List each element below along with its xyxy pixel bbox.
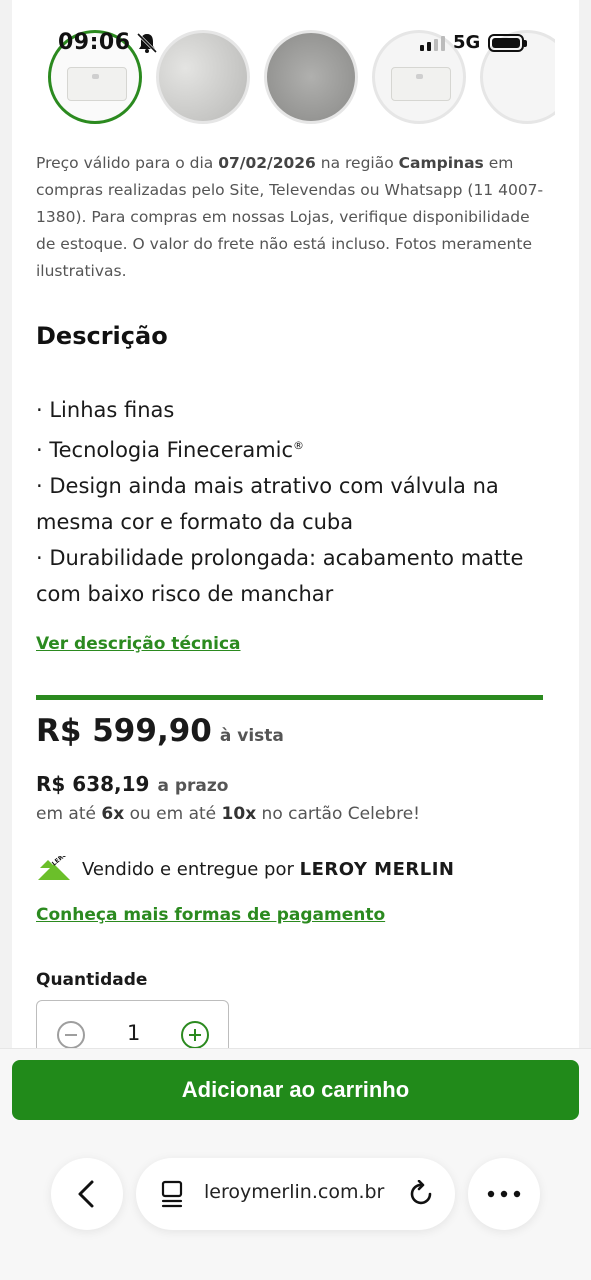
add-to-cart-button[interactable]: Adicionar ao carrinho bbox=[12, 1060, 579, 1120]
chevron-left-icon bbox=[78, 1180, 94, 1208]
cash-price-label: à vista bbox=[219, 726, 284, 746]
term-price-value: R$ 638,19 bbox=[36, 772, 150, 796]
network-type: 5G bbox=[453, 32, 481, 53]
quantity-label: Quantidade bbox=[36, 970, 148, 990]
signal-icon bbox=[420, 35, 445, 51]
payment-options-link[interactable]: Conheça mais formas de pagamento bbox=[36, 905, 385, 925]
page-menu-icon bbox=[161, 1180, 183, 1208]
sink-image bbox=[67, 67, 127, 101]
quantity-value[interactable]: 1 bbox=[127, 1021, 140, 1045]
browser-toolbar: leroymerlin.com.br bbox=[0, 1150, 591, 1240]
description-title: Descrição bbox=[36, 322, 168, 350]
term-price-label: a prazo bbox=[157, 776, 229, 796]
list-item: · Linhas finas bbox=[36, 398, 175, 422]
status-indicators: 5G bbox=[420, 32, 528, 53]
battery-icon bbox=[488, 33, 528, 52]
tech-description-link[interactable]: Ver descrição técnica bbox=[36, 634, 241, 654]
seller-text: Vendido e entregue por LEROY MERLIN bbox=[82, 858, 455, 880]
cash-price-value: R$ 599,90 bbox=[36, 713, 212, 749]
minus-icon[interactable] bbox=[57, 1021, 85, 1049]
price-divider bbox=[36, 695, 543, 700]
seller-info: LEROY MERLIN Vendido e entregue por LERO… bbox=[36, 856, 454, 882]
list-item: · Durabilidade prolongada: acabamento ma… bbox=[36, 546, 524, 606]
description-list: · Linhas finas · Tecnologia Fineceramic®… bbox=[36, 392, 536, 612]
thumbnail-3[interactable] bbox=[264, 30, 358, 124]
list-item: · Design ainda mais atrativo com válvula… bbox=[36, 474, 499, 534]
leroy-merlin-logo: LEROY MERLIN bbox=[38, 856, 72, 880]
status-time: 09:06 bbox=[58, 30, 131, 55]
bell-muted-icon bbox=[136, 32, 158, 54]
back-button[interactable] bbox=[51, 1158, 123, 1230]
plus-icon[interactable] bbox=[181, 1021, 209, 1049]
installments-info: em até 6x ou em até 10x no cartão Celebr… bbox=[36, 804, 420, 824]
url-text: leroymerlin.com.br bbox=[204, 1181, 385, 1203]
cash-price: R$ 599,90 à vista bbox=[36, 713, 284, 749]
reload-icon[interactable] bbox=[408, 1180, 436, 1208]
sink-image bbox=[391, 67, 451, 101]
address-bar[interactable]: leroymerlin.com.br bbox=[136, 1158, 455, 1230]
more-icon bbox=[487, 1190, 521, 1198]
list-item: · Tecnologia Fineceramic® bbox=[36, 438, 305, 462]
more-options-button[interactable] bbox=[468, 1158, 540, 1230]
svg-text:LEROY MERLIN: LEROY MERLIN bbox=[51, 856, 72, 868]
term-price: R$ 638,19 a prazo bbox=[36, 772, 228, 796]
thumbnail-2[interactable] bbox=[156, 30, 250, 124]
price-disclaimer: Preço válido para o dia 07/02/2026 na re… bbox=[36, 154, 544, 280]
